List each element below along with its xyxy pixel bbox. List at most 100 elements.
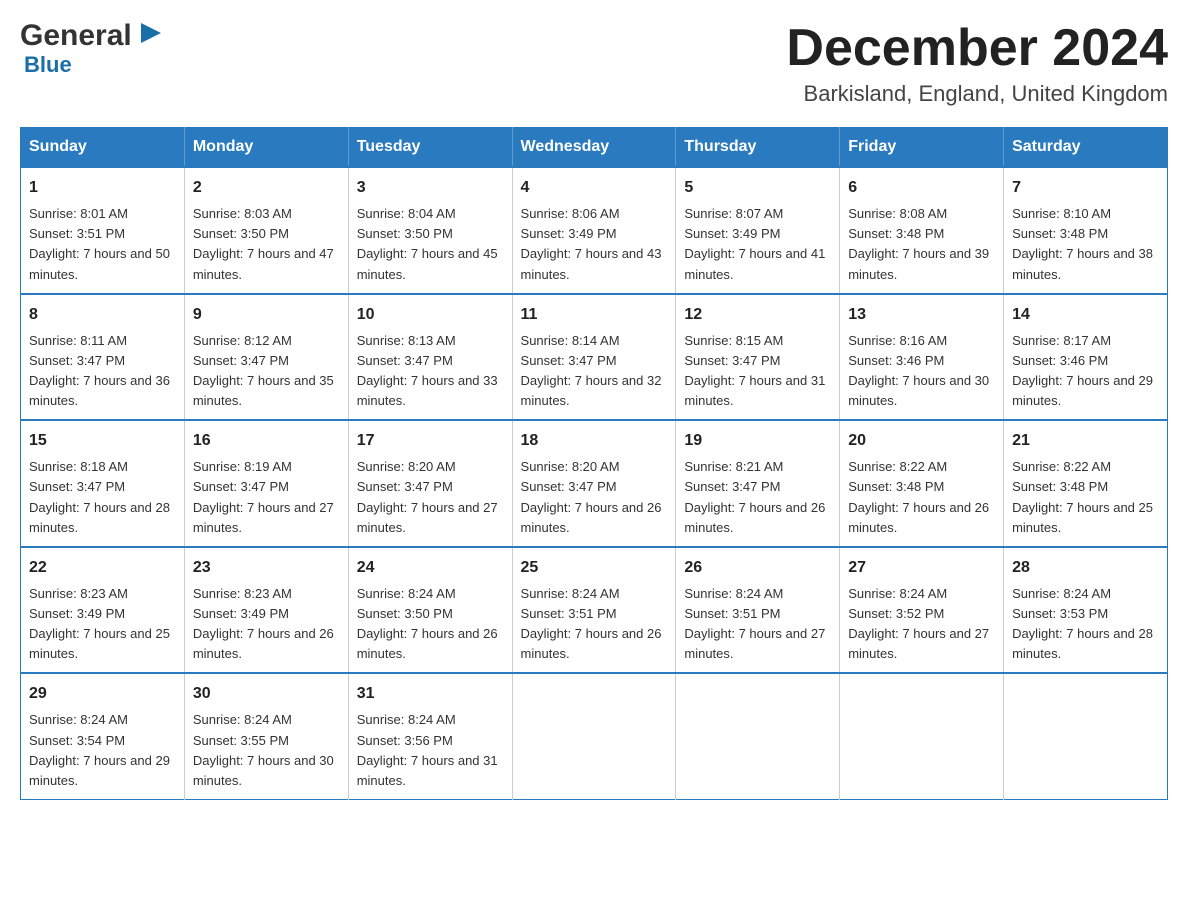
day-info: Sunrise: 8:24 AMSunset: 3:52 PMDaylight:…: [848, 586, 989, 661]
col-thursday: Thursday: [676, 128, 840, 168]
day-info: Sunrise: 8:17 AMSunset: 3:46 PMDaylight:…: [1012, 333, 1153, 408]
day-info: Sunrise: 8:19 AMSunset: 3:47 PMDaylight:…: [193, 459, 334, 534]
calendar-cell: 20 Sunrise: 8:22 AMSunset: 3:48 PMDaylig…: [840, 420, 1004, 547]
calendar-cell: 6 Sunrise: 8:08 AMSunset: 3:48 PMDayligh…: [840, 167, 1004, 294]
day-number: 13: [848, 303, 995, 327]
day-number: 3: [357, 176, 504, 200]
calendar-cell: 1 Sunrise: 8:01 AMSunset: 3:51 PMDayligh…: [21, 167, 185, 294]
logo: General Blue: [20, 20, 166, 78]
calendar-cell: 2 Sunrise: 8:03 AMSunset: 3:50 PMDayligh…: [184, 167, 348, 294]
calendar-cell: 29 Sunrise: 8:24 AMSunset: 3:54 PMDaylig…: [21, 673, 185, 799]
day-number: 30: [193, 682, 340, 706]
day-info: Sunrise: 8:08 AMSunset: 3:48 PMDaylight:…: [848, 206, 989, 281]
col-wednesday: Wednesday: [512, 128, 676, 168]
calendar-cell: 24 Sunrise: 8:24 AMSunset: 3:50 PMDaylig…: [348, 547, 512, 674]
calendar-cell: 26 Sunrise: 8:24 AMSunset: 3:51 PMDaylig…: [676, 547, 840, 674]
day-info: Sunrise: 8:12 AMSunset: 3:47 PMDaylight:…: [193, 333, 334, 408]
day-number: 17: [357, 429, 504, 453]
day-info: Sunrise: 8:23 AMSunset: 3:49 PMDaylight:…: [193, 586, 334, 661]
day-info: Sunrise: 8:24 AMSunset: 3:56 PMDaylight:…: [357, 712, 498, 787]
calendar-cell: 15 Sunrise: 8:18 AMSunset: 3:47 PMDaylig…: [21, 420, 185, 547]
calendar-table: Sunday Monday Tuesday Wednesday Thursday…: [20, 127, 1168, 800]
day-number: 6: [848, 176, 995, 200]
calendar-cell: 31 Sunrise: 8:24 AMSunset: 3:56 PMDaylig…: [348, 673, 512, 799]
day-number: 5: [684, 176, 831, 200]
calendar-cell: 3 Sunrise: 8:04 AMSunset: 3:50 PMDayligh…: [348, 167, 512, 294]
calendar-cell: 25 Sunrise: 8:24 AMSunset: 3:51 PMDaylig…: [512, 547, 676, 674]
day-number: 19: [684, 429, 831, 453]
day-info: Sunrise: 8:10 AMSunset: 3:48 PMDaylight:…: [1012, 206, 1153, 281]
day-number: 15: [29, 429, 176, 453]
day-number: 20: [848, 429, 995, 453]
day-number: 27: [848, 556, 995, 580]
day-number: 21: [1012, 429, 1159, 453]
day-number: 14: [1012, 303, 1159, 327]
calendar-cell: 27 Sunrise: 8:24 AMSunset: 3:52 PMDaylig…: [840, 547, 1004, 674]
calendar-cell: 19 Sunrise: 8:21 AMSunset: 3:47 PMDaylig…: [676, 420, 840, 547]
day-info: Sunrise: 8:16 AMSunset: 3:46 PMDaylight:…: [848, 333, 989, 408]
calendar-header-row: Sunday Monday Tuesday Wednesday Thursday…: [21, 128, 1168, 168]
calendar-cell: 23 Sunrise: 8:23 AMSunset: 3:49 PMDaylig…: [184, 547, 348, 674]
day-number: 25: [521, 556, 668, 580]
calendar-week-2: 8 Sunrise: 8:11 AMSunset: 3:47 PMDayligh…: [21, 294, 1168, 421]
day-number: 12: [684, 303, 831, 327]
calendar-cell: 9 Sunrise: 8:12 AMSunset: 3:47 PMDayligh…: [184, 294, 348, 421]
day-info: Sunrise: 8:22 AMSunset: 3:48 PMDaylight:…: [848, 459, 989, 534]
calendar-cell: 17 Sunrise: 8:20 AMSunset: 3:47 PMDaylig…: [348, 420, 512, 547]
calendar-week-3: 15 Sunrise: 8:18 AMSunset: 3:47 PMDaylig…: [21, 420, 1168, 547]
col-saturday: Saturday: [1004, 128, 1168, 168]
day-number: 10: [357, 303, 504, 327]
day-info: Sunrise: 8:22 AMSunset: 3:48 PMDaylight:…: [1012, 459, 1153, 534]
col-sunday: Sunday: [21, 128, 185, 168]
logo-arrow-icon: [136, 20, 166, 52]
day-info: Sunrise: 8:21 AMSunset: 3:47 PMDaylight:…: [684, 459, 825, 534]
month-title: December 2024: [786, 20, 1168, 77]
calendar-cell: 8 Sunrise: 8:11 AMSunset: 3:47 PMDayligh…: [21, 294, 185, 421]
calendar-cell: 30 Sunrise: 8:24 AMSunset: 3:55 PMDaylig…: [184, 673, 348, 799]
col-tuesday: Tuesday: [348, 128, 512, 168]
logo-blue-text: Blue: [24, 52, 166, 78]
day-number: 22: [29, 556, 176, 580]
day-number: 18: [521, 429, 668, 453]
calendar-cell: 7 Sunrise: 8:10 AMSunset: 3:48 PMDayligh…: [1004, 167, 1168, 294]
calendar-cell: 12 Sunrise: 8:15 AMSunset: 3:47 PMDaylig…: [676, 294, 840, 421]
calendar-cell: 28 Sunrise: 8:24 AMSunset: 3:53 PMDaylig…: [1004, 547, 1168, 674]
calendar-cell: 18 Sunrise: 8:20 AMSunset: 3:47 PMDaylig…: [512, 420, 676, 547]
col-monday: Monday: [184, 128, 348, 168]
calendar-cell: 10 Sunrise: 8:13 AMSunset: 3:47 PMDaylig…: [348, 294, 512, 421]
day-number: 29: [29, 682, 176, 706]
page-header: General Blue December 2024 Barkisland, E…: [20, 20, 1168, 107]
location-text: Barkisland, England, United Kingdom: [786, 81, 1168, 107]
day-number: 24: [357, 556, 504, 580]
day-number: 16: [193, 429, 340, 453]
day-number: 8: [29, 303, 176, 327]
calendar-cell: [840, 673, 1004, 799]
calendar-cell: 21 Sunrise: 8:22 AMSunset: 3:48 PMDaylig…: [1004, 420, 1168, 547]
calendar-week-5: 29 Sunrise: 8:24 AMSunset: 3:54 PMDaylig…: [21, 673, 1168, 799]
calendar-cell: 13 Sunrise: 8:16 AMSunset: 3:46 PMDaylig…: [840, 294, 1004, 421]
day-info: Sunrise: 8:03 AMSunset: 3:50 PMDaylight:…: [193, 206, 334, 281]
calendar-cell: 4 Sunrise: 8:06 AMSunset: 3:49 PMDayligh…: [512, 167, 676, 294]
calendar-week-4: 22 Sunrise: 8:23 AMSunset: 3:49 PMDaylig…: [21, 547, 1168, 674]
day-info: Sunrise: 8:15 AMSunset: 3:47 PMDaylight:…: [684, 333, 825, 408]
day-info: Sunrise: 8:20 AMSunset: 3:47 PMDaylight:…: [357, 459, 498, 534]
day-info: Sunrise: 8:06 AMSunset: 3:49 PMDaylight:…: [521, 206, 662, 281]
day-info: Sunrise: 8:11 AMSunset: 3:47 PMDaylight:…: [29, 333, 170, 408]
day-number: 23: [193, 556, 340, 580]
calendar-cell: 14 Sunrise: 8:17 AMSunset: 3:46 PMDaylig…: [1004, 294, 1168, 421]
calendar-cell: 5 Sunrise: 8:07 AMSunset: 3:49 PMDayligh…: [676, 167, 840, 294]
day-info: Sunrise: 8:24 AMSunset: 3:51 PMDaylight:…: [521, 586, 662, 661]
day-number: 9: [193, 303, 340, 327]
day-info: Sunrise: 8:24 AMSunset: 3:53 PMDaylight:…: [1012, 586, 1153, 661]
title-section: December 2024 Barkisland, England, Unite…: [786, 20, 1168, 107]
calendar-cell: 22 Sunrise: 8:23 AMSunset: 3:49 PMDaylig…: [21, 547, 185, 674]
day-number: 28: [1012, 556, 1159, 580]
day-info: Sunrise: 8:07 AMSunset: 3:49 PMDaylight:…: [684, 206, 825, 281]
day-info: Sunrise: 8:13 AMSunset: 3:47 PMDaylight:…: [357, 333, 498, 408]
day-number: 4: [521, 176, 668, 200]
calendar-week-1: 1 Sunrise: 8:01 AMSunset: 3:51 PMDayligh…: [21, 167, 1168, 294]
calendar-cell: 11 Sunrise: 8:14 AMSunset: 3:47 PMDaylig…: [512, 294, 676, 421]
day-number: 31: [357, 682, 504, 706]
day-info: Sunrise: 8:24 AMSunset: 3:51 PMDaylight:…: [684, 586, 825, 661]
calendar-cell: [1004, 673, 1168, 799]
